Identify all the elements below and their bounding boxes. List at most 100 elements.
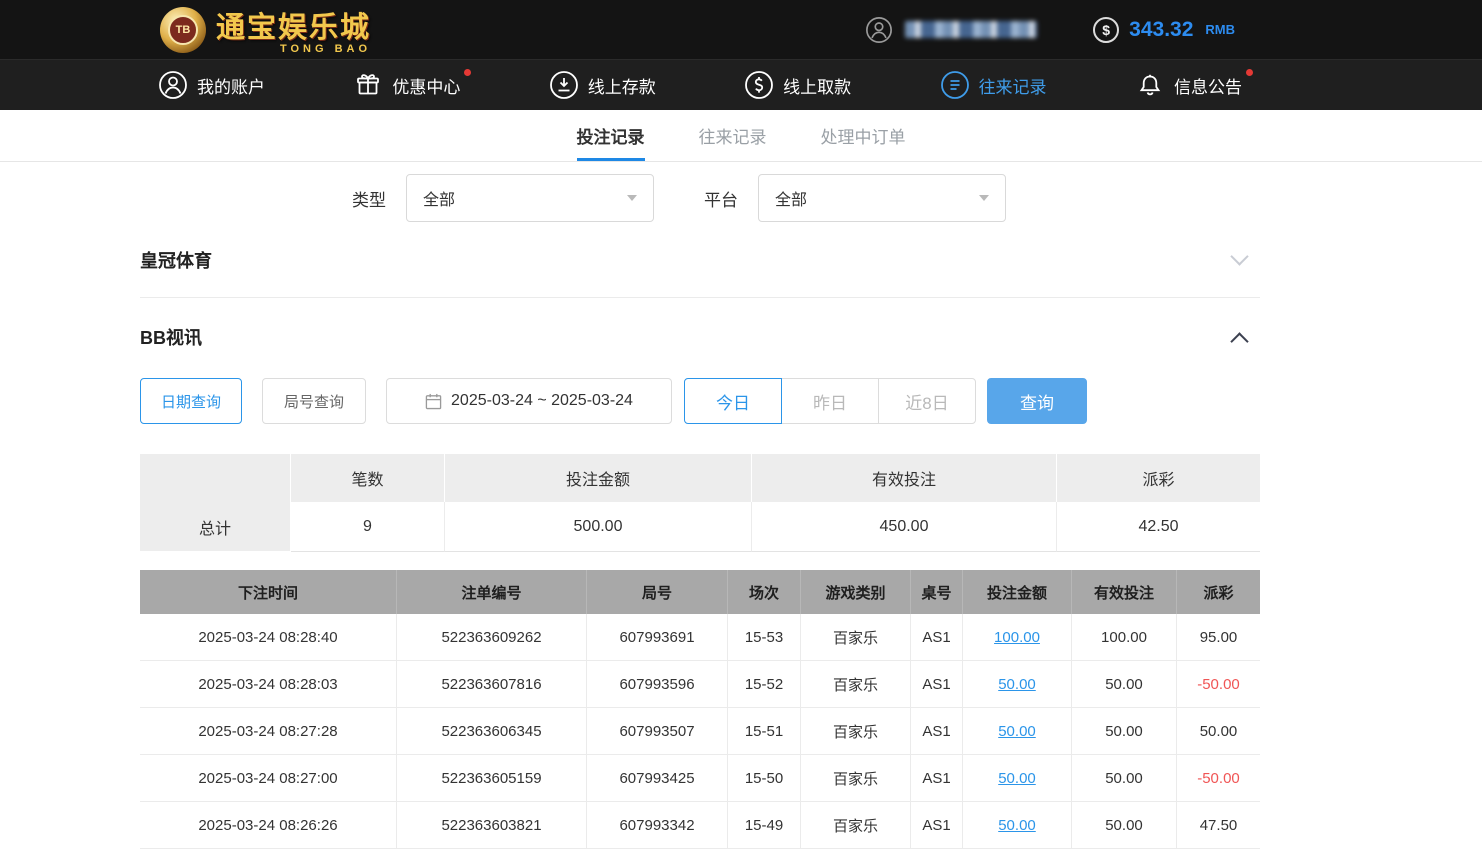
section-bb-video[interactable]: BB视讯 (140, 298, 1260, 376)
cell-round-no: 607993342 (587, 802, 728, 849)
logo-title: 通宝娱乐城 (216, 4, 371, 46)
cell-game-type: 百家乐 (801, 661, 911, 708)
user-circle-icon (158, 70, 188, 100)
type-select-value: 全部 (423, 186, 455, 210)
main-nav: 我的账户 优惠中心 线上存款 线上取款 (0, 60, 1482, 110)
platform-label: 平台 (704, 186, 738, 211)
cell-valid-bet: 100.00 (1072, 614, 1177, 661)
user-icon (865, 16, 893, 44)
table-row: 2025-03-24 08:27:28 522363606345 6079935… (140, 708, 1260, 755)
section-title: BB视讯 (140, 324, 202, 350)
bet-amount-link[interactable]: 50.00 (963, 708, 1072, 755)
nav-item-announcements[interactable]: 信息公告 (1135, 70, 1242, 100)
summary-header-valid-bet: 有效投注 (752, 454, 1057, 502)
section-crown-sports[interactable]: 皇冠体育 (140, 222, 1260, 298)
date-range-input[interactable]: 2025-03-24 ~ 2025-03-24 (386, 378, 672, 424)
type-select[interactable]: 全部 (406, 174, 654, 222)
tab-processing-orders[interactable]: 处理中订单 (821, 110, 906, 161)
cell-bet-time: 2025-03-24 08:28:03 (140, 661, 397, 708)
cell-valid-bet: 50.00 (1072, 755, 1177, 802)
calendar-icon (425, 393, 442, 410)
cell-payout: 50.00 (1177, 708, 1260, 755)
username-redacted[interactable] (905, 21, 1037, 38)
search-button[interactable]: 查询 (987, 378, 1087, 424)
section-title: 皇冠体育 (140, 247, 212, 273)
summary-header-empty (140, 454, 291, 502)
chevron-up-icon (1230, 332, 1248, 350)
type-label: 类型 (352, 186, 386, 211)
cell-round-no: 607993425 (587, 755, 728, 802)
bet-amount-link[interactable]: 50.00 (963, 755, 1072, 802)
col-payout: 派彩 (1177, 570, 1260, 614)
tab-transaction-records[interactable]: 往来记录 (699, 110, 767, 161)
last-8-days-button[interactable]: 近8日 (878, 378, 976, 424)
cell-bet-id: 522363603821 (397, 802, 587, 849)
cell-session: 15-51 (728, 708, 801, 755)
cell-payout: -50.00 (1177, 755, 1260, 802)
chevron-down-icon (1230, 247, 1248, 265)
cell-bet-id: 522363609262 (397, 614, 587, 661)
col-bet-id: 注单编号 (397, 570, 587, 614)
cell-bet-id: 522363605159 (397, 755, 587, 802)
col-valid-bet: 有效投注 (1072, 570, 1177, 614)
cell-valid-bet: 50.00 (1072, 661, 1177, 708)
summary-header-payout: 派彩 (1057, 454, 1260, 502)
date-query-button[interactable]: 日期查询 (140, 378, 242, 424)
bet-amount-link[interactable]: 100.00 (963, 614, 1072, 661)
cell-table-no: AS1 (911, 661, 963, 708)
cell-bet-time: 2025-03-24 08:26:26 (140, 802, 397, 849)
cell-session: 15-52 (728, 661, 801, 708)
col-table-no: 桌号 (911, 570, 963, 614)
dollar-icon: $ (1093, 17, 1119, 43)
nav-item-withdraw[interactable]: 线上取款 (744, 70, 851, 100)
deposit-coin-icon (549, 70, 579, 100)
summary-payout: 42.50 (1057, 502, 1260, 552)
logo-coin-icon: TB (160, 7, 206, 53)
chevron-down-icon (979, 195, 989, 201)
round-query-button[interactable]: 局号查询 (262, 378, 366, 424)
cell-payout: 95.00 (1177, 614, 1260, 661)
summary-bet-amount: 500.00 (445, 502, 752, 552)
logo-badge-text: TB (168, 15, 198, 45)
summary-header-count: 笔数 (291, 454, 445, 502)
yesterday-button[interactable]: 昨日 (781, 378, 879, 424)
nav-item-transaction-records[interactable]: 往来记录 (940, 70, 1047, 100)
cell-bet-time: 2025-03-24 08:27:00 (140, 755, 397, 802)
bet-amount-link[interactable]: 50.00 (963, 661, 1072, 708)
col-bet-time: 下注时间 (140, 570, 397, 614)
col-bet-amount: 投注金额 (963, 570, 1072, 614)
bet-records-table: 下注时间 注单编号 局号 场次 游戏类别 桌号 投注金额 有效投注 派彩 202… (140, 570, 1260, 849)
col-session: 场次 (728, 570, 801, 614)
col-game-type: 游戏类别 (801, 570, 911, 614)
nav-item-my-account[interactable]: 我的账户 (158, 70, 265, 100)
logo-subtitle: TONG BAO (216, 43, 371, 55)
nav-item-promotions[interactable]: 优惠中心 (353, 70, 460, 100)
cell-table-no: AS1 (911, 708, 963, 755)
nav-item-deposit[interactable]: 线上存款 (549, 70, 656, 100)
cell-bet-id: 522363607816 (397, 661, 587, 708)
bet-amount-link[interactable]: 50.00 (963, 802, 1072, 849)
cell-bet-time: 2025-03-24 08:28:40 (140, 614, 397, 661)
chevron-down-icon (627, 195, 637, 201)
cell-session: 15-49 (728, 802, 801, 849)
record-tabs: 投注记录 往来记录 处理中订单 (0, 110, 1482, 162)
summary-total-label: 总计 (140, 502, 291, 552)
cell-payout: 47.50 (1177, 802, 1260, 849)
summary-count: 9 (291, 502, 445, 552)
table-row: 2025-03-24 08:26:26 522363603821 6079933… (140, 802, 1260, 849)
platform-select[interactable]: 全部 (758, 174, 1006, 222)
bet-table-body: 2025-03-24 08:28:40 522363609262 6079936… (140, 614, 1260, 849)
table-row: 2025-03-24 08:27:00 522363605159 6079934… (140, 755, 1260, 802)
site-logo[interactable]: TB 通宝娱乐城 TONG BAO (160, 4, 371, 55)
account-menu[interactable] (865, 16, 1037, 44)
tab-betting-records[interactable]: 投注记录 (577, 110, 645, 161)
cell-round-no: 607993691 (587, 614, 728, 661)
table-row: 2025-03-24 08:28:03 522363607816 6079935… (140, 661, 1260, 708)
table-row: 2025-03-24 08:28:40 522363609262 6079936… (140, 614, 1260, 661)
today-button[interactable]: 今日 (684, 378, 782, 424)
cell-payout: -50.00 (1177, 661, 1260, 708)
cell-game-type: 百家乐 (801, 708, 911, 755)
cell-game-type: 百家乐 (801, 802, 911, 849)
cell-round-no: 607993596 (587, 661, 728, 708)
withdraw-coin-icon (744, 70, 774, 100)
